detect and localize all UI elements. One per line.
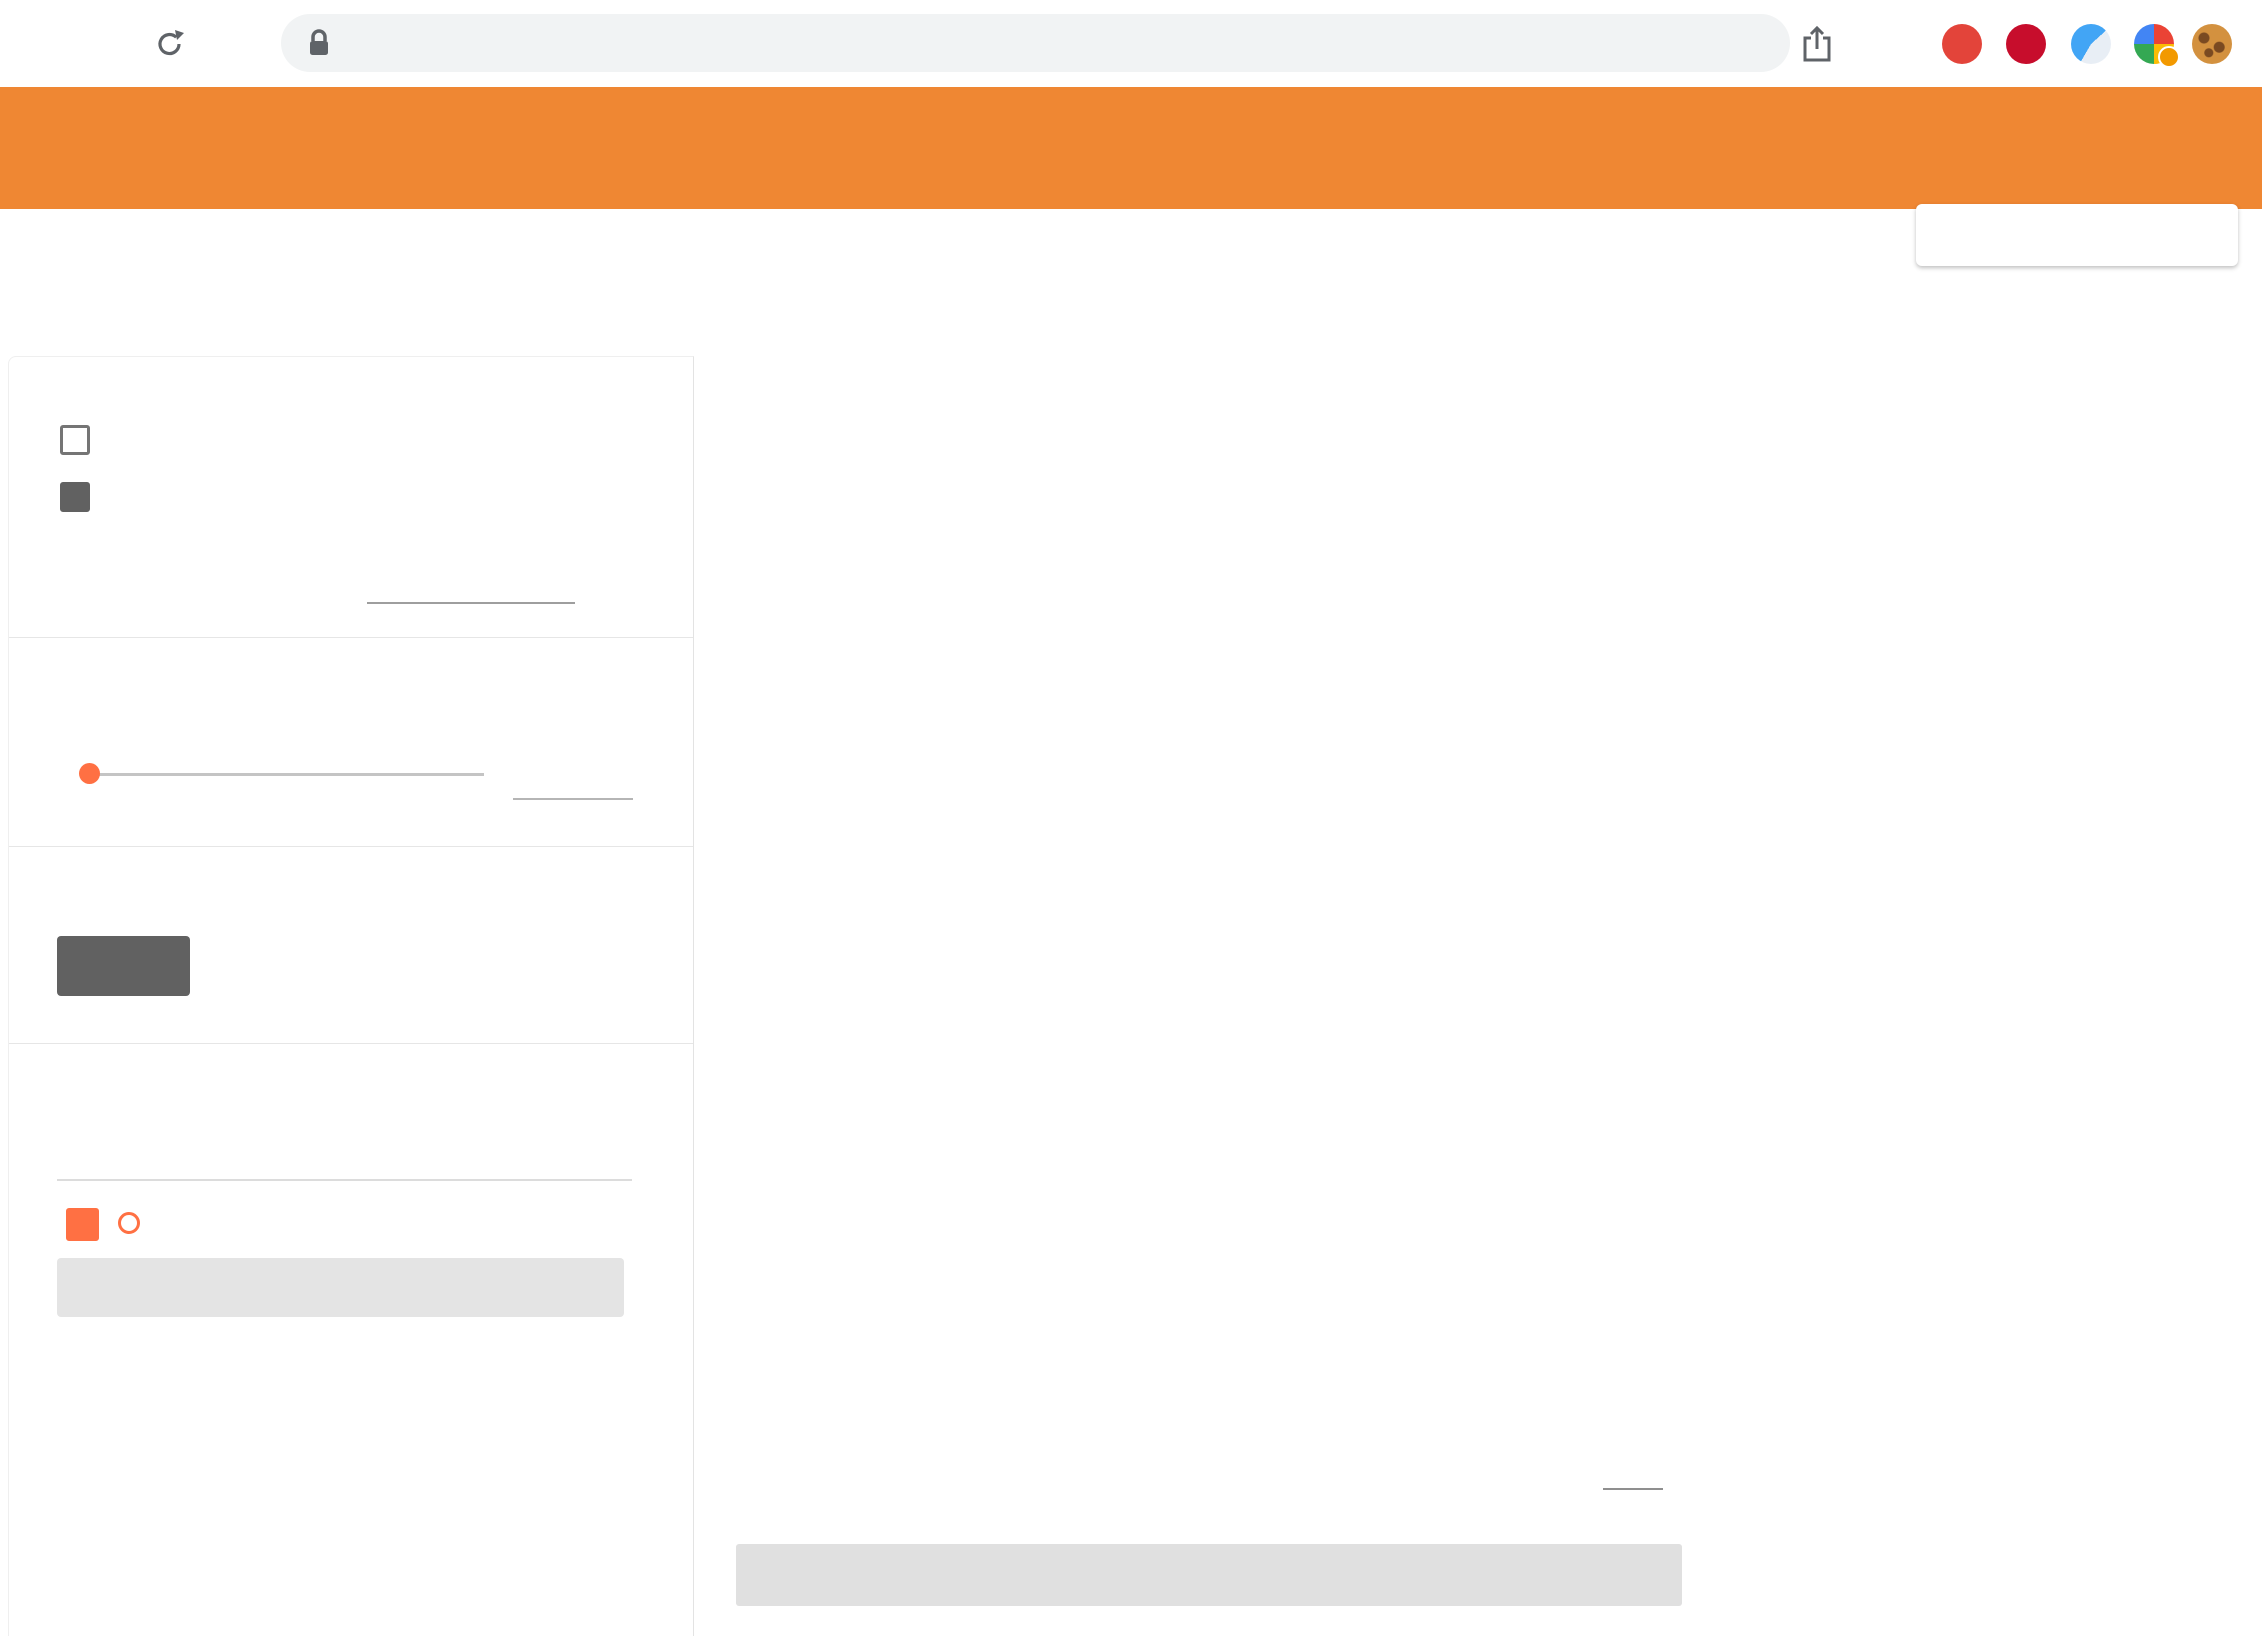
divider	[9, 846, 693, 847]
tooltip-sorting-dropdown[interactable]	[367, 562, 575, 604]
smoothing-slider[interactable]	[81, 773, 484, 776]
show-download-checkbox[interactable]	[60, 425, 90, 455]
smoothing-slider-thumb[interactable]	[79, 763, 100, 784]
previous-page-button[interactable]	[736, 1544, 1682, 1606]
back-icon[interactable]	[22, 0, 66, 87]
settings-sidebar	[8, 356, 694, 1636]
page-number-input[interactable]	[1603, 1448, 1663, 1490]
red-ball-extension-icon[interactable]	[1942, 24, 1982, 64]
next-page-button[interactable]	[1703, 1544, 1731, 1606]
smoothing-value-input[interactable]	[513, 754, 633, 800]
axis-relative-button[interactable]	[207, 936, 357, 996]
divider	[9, 637, 693, 638]
pagination	[1585, 1448, 1685, 1490]
tensorboard-page	[0, 0, 2262, 1636]
bookmark-star-icon[interactable]	[1859, 0, 1903, 87]
axis-wall-button[interactable]	[376, 936, 506, 996]
reload-icon[interactable]	[148, 0, 192, 87]
runs-filter-input[interactable]	[57, 1129, 632, 1181]
axis-step-button[interactable]	[57, 936, 190, 996]
cookie-extension-icon[interactable]	[2192, 24, 2232, 64]
abp-extension-icon[interactable]	[2006, 24, 2046, 64]
divider	[9, 1043, 693, 1044]
share-icon[interactable]	[1795, 0, 1839, 87]
run-color-swatch	[118, 1212, 140, 1234]
home-icon[interactable]	[212, 0, 256, 87]
lock-icon	[307, 28, 331, 58]
blue-extension-icon[interactable]	[2071, 24, 2111, 64]
toggle-all-runs-button[interactable]	[57, 1258, 624, 1317]
send-feedback-button[interactable]	[1916, 204, 2238, 266]
app-header	[0, 87, 2262, 209]
forward-icon[interactable]	[86, 0, 130, 87]
address-bar[interactable]	[281, 14, 1790, 72]
browser-chrome	[0, 0, 2262, 87]
run-checkbox[interactable]	[66, 1208, 99, 1241]
ignore-outliers-checkbox[interactable]	[60, 482, 90, 512]
extension-badge	[2158, 46, 2180, 68]
